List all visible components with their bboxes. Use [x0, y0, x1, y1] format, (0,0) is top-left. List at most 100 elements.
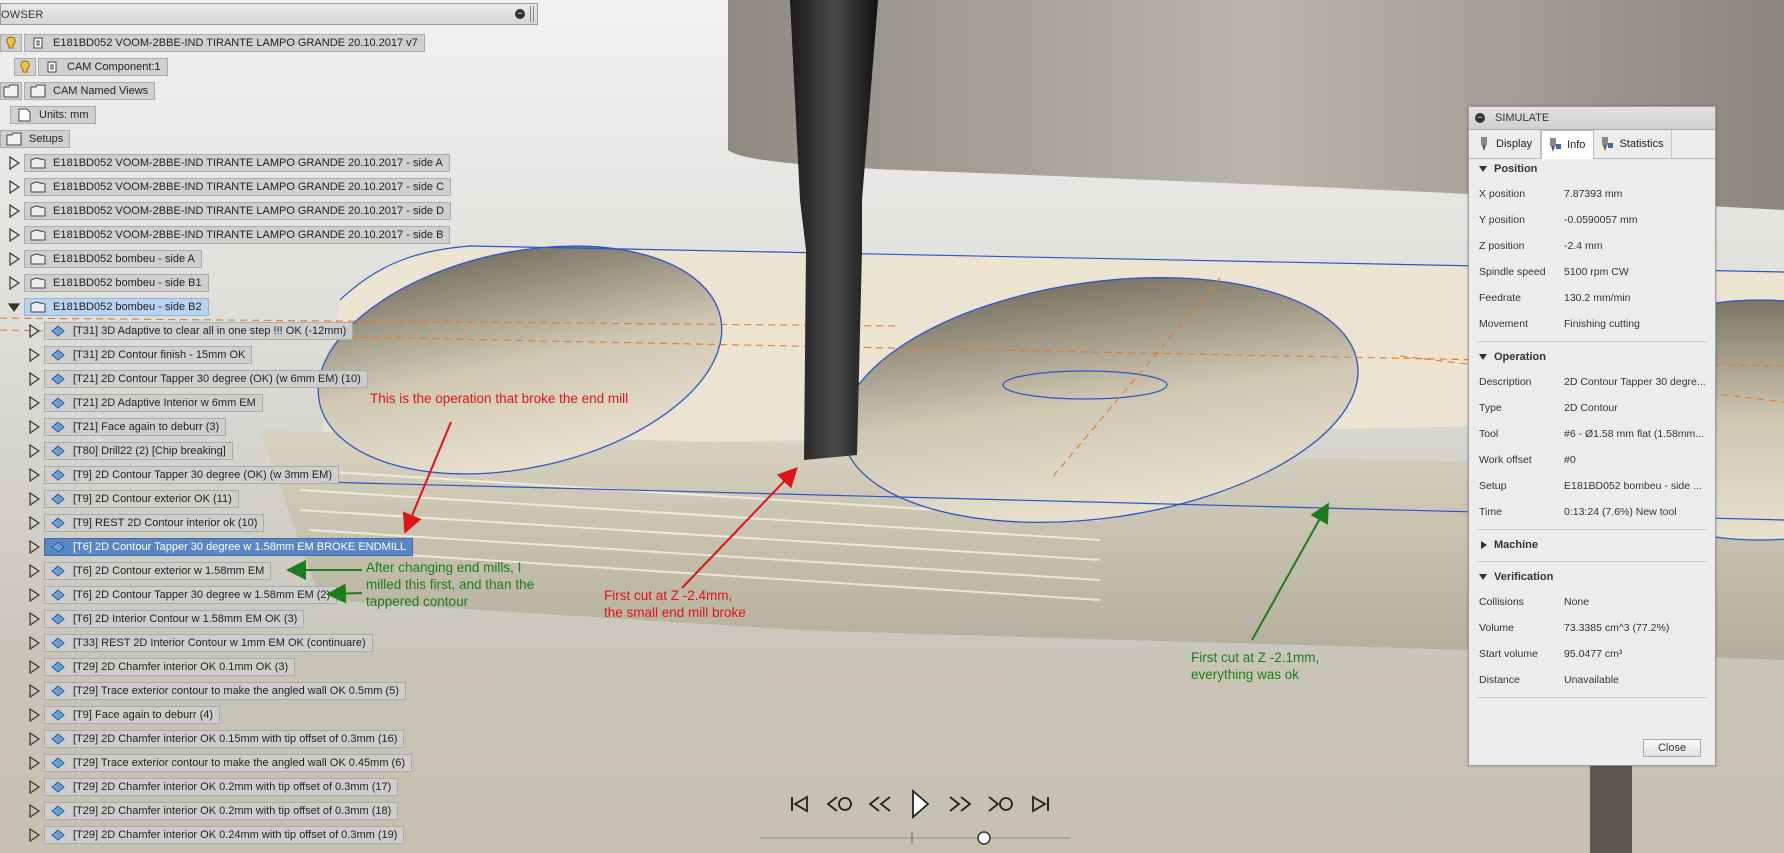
tree-toggle[interactable] [28, 660, 40, 674]
tree-item-operation[interactable]: [T29] 2D Chamfer interior OK 0.2mm with … [28, 777, 399, 797]
tree-toggle[interactable] [8, 252, 20, 266]
tab-display[interactable]: Display [1471, 130, 1542, 158]
tree-item-operation[interactable]: [T33] REST 2D Interior Contour w 1mm EM … [28, 633, 373, 653]
skip-to-start-button[interactable] [780, 789, 820, 819]
tree-node-chip[interactable]: [T29] 2D Chamfer interior OK 0.15mm with… [44, 730, 405, 748]
expand-arrow-icon[interactable] [8, 252, 20, 266]
tree-item-operation[interactable]: [T21] 2D Adaptive Interior w 6mm EM [28, 393, 263, 413]
tree-toggle[interactable] [28, 564, 40, 578]
expand-arrow-icon[interactable] [28, 588, 40, 602]
tree-toggle[interactable] [28, 804, 40, 818]
tree-node-chip[interactable]: [T29] 2D Chamfer interior OK 0.24mm with… [44, 826, 405, 844]
expand-arrow-icon[interactable] [28, 828, 40, 842]
section-machine[interactable]: Machine [1469, 535, 1715, 555]
visibility-toggle[interactable] [0, 34, 22, 52]
tree-node-chip[interactable]: Units: mm [10, 106, 96, 124]
tree-item-operation[interactable]: [T6] 2D Interior Contour w 1.58mm EM OK … [28, 609, 305, 629]
expand-arrow-icon[interactable] [28, 420, 40, 434]
expand-arrow-icon[interactable] [28, 708, 40, 722]
expand-arrow-icon[interactable] [28, 636, 40, 650]
expand-arrow-icon[interactable] [28, 684, 40, 698]
tree-item-operation[interactable]: [T9] Face again to deburr (4) [28, 705, 221, 725]
skip-to-end-button[interactable] [1020, 789, 1060, 819]
tree-node-chip[interactable]: [T33] REST 2D Interior Contour w 1mm EM … [44, 634, 373, 652]
tree-node-chip[interactable]: [T29] 2D Chamfer interior OK 0.2mm with … [44, 802, 399, 820]
minimize-browser-icon[interactable]: − [515, 9, 525, 19]
tree-toggle[interactable] [28, 540, 40, 554]
tree-item-cam-component[interactable]: CAM Component:1 [14, 57, 168, 77]
tree-item-setup[interactable]: E181BD052 VOOM-2BBE-IND TIRANTE LAMPO GR… [8, 153, 450, 173]
tree-node-chip[interactable]: [T21] 2D Contour Tapper 30 degree (OK) (… [44, 370, 368, 388]
expand-arrow-icon[interactable] [28, 612, 40, 626]
expand-arrow-icon[interactable] [28, 396, 40, 410]
tree-item-operation[interactable]: [T6] 2D Contour exterior w 1.58mm EM [28, 561, 272, 581]
minimize-simulate-icon[interactable]: − [1475, 113, 1485, 123]
tree-item-setup[interactable]: E181BD052 bombeu - side A [8, 249, 202, 269]
tree-node-chip[interactable]: [T6] 2D Contour exterior w 1.58mm EM [44, 562, 272, 580]
tree-item-operation[interactable]: [T31] 3D Adaptive to clear all in one st… [28, 321, 354, 341]
tree-item-setups[interactable]: Setups [0, 129, 71, 149]
tree-toggle[interactable] [8, 204, 20, 218]
tree-item-operation[interactable]: [T29] Trace exterior contour to make the… [28, 681, 406, 701]
section-operation[interactable]: Operation [1469, 347, 1715, 367]
expand-arrow-icon[interactable] [28, 516, 40, 530]
tree-node-chip[interactable]: E181BD052 VOOM-2BBE-IND TIRANTE LAMPO GR… [24, 154, 450, 172]
tree-toggle[interactable] [28, 828, 40, 842]
tree-node-chip[interactable]: Setups [0, 130, 71, 148]
collapse-arrow-icon[interactable] [8, 300, 20, 314]
tree-toggle[interactable] [28, 516, 40, 530]
tree-toggle[interactable] [28, 444, 40, 458]
tree-item-operation[interactable]: [T29] 2D Chamfer interior OK 0.1mm OK (3… [28, 657, 296, 677]
tree-node-chip[interactable]: [T9] 2D Contour Tapper 30 degree (OK) (w… [44, 466, 340, 484]
tree-item-operation[interactable]: [T9] 2D Contour exterior OK (11) [28, 489, 239, 509]
timeline-slider[interactable] [760, 826, 1080, 850]
expand-arrow-icon[interactable] [28, 564, 40, 578]
tree-item-operation[interactable]: [T21] Face again to deburr (3) [28, 417, 227, 437]
tree-item-setup[interactable]: E181BD052 VOOM-2BBE-IND TIRANTE LAMPO GR… [8, 201, 452, 221]
expand-arrow-icon[interactable] [28, 324, 40, 338]
tree-node-chip[interactable]: [T29] Trace exterior contour to make the… [44, 754, 412, 772]
visibility-toggle[interactable] [0, 82, 22, 100]
step-back-button[interactable] [860, 789, 900, 819]
expand-arrow-icon[interactable] [8, 276, 20, 290]
tree-item-operation[interactable]: [T29] Trace exterior contour to make the… [28, 753, 412, 773]
tab-info[interactable]: Info [1541, 130, 1595, 159]
tree-toggle[interactable] [28, 732, 40, 746]
tree-item-setup[interactable]: E181BD052 bombeu - side B2 [8, 297, 209, 317]
tree-item-operation[interactable]: [T31] 2D Contour finish - 15mm OK [28, 345, 253, 365]
tree-node-chip[interactable]: [T9] REST 2D Contour interior ok (10) [44, 514, 265, 532]
tree-node-chip[interactable]: [T21] 2D Adaptive Interior w 6mm EM [44, 394, 263, 412]
play-button[interactable] [900, 789, 940, 819]
tree-node-chip[interactable]: [T31] 2D Contour finish - 15mm OK [44, 346, 253, 364]
visibility-toggle[interactable] [14, 58, 36, 76]
tree-toggle[interactable] [8, 300, 20, 314]
close-button[interactable]: Close [1643, 739, 1701, 757]
step-forward-button[interactable] [940, 789, 980, 819]
tree-item-operation[interactable]: [T6] 2D Contour Tapper 30 degree w 1.58m… [28, 585, 338, 605]
expand-arrow-icon[interactable] [28, 492, 40, 506]
tree-toggle[interactable] [28, 780, 40, 794]
tree-toggle[interactable] [8, 228, 20, 242]
tree-node-chip[interactable]: [T29] Trace exterior contour to make the… [44, 682, 406, 700]
tree-node-chip[interactable]: [T6] 2D Contour Tapper 30 degree w 1.58m… [44, 586, 338, 604]
tree-node-chip[interactable]: [T29] 2D Chamfer interior OK 0.2mm with … [44, 778, 399, 796]
tree-toggle[interactable] [28, 324, 40, 338]
tree-item-units[interactable]: Units: mm [10, 105, 96, 125]
tree-node-chip[interactable]: E181BD052 VOOM-2BBE-IND TIRANTE LAMPO GR… [24, 34, 425, 52]
tree-node-chip[interactable]: E181BD052 bombeu - side B2 [24, 298, 209, 316]
expand-arrow-icon[interactable] [28, 660, 40, 674]
tree-item-operation[interactable]: [T29] 2D Chamfer interior OK 0.2mm with … [28, 801, 399, 821]
tree-node-chip[interactable]: E181BD052 bombeu - side A [24, 250, 202, 268]
tree-node-chip[interactable]: E181BD052 VOOM-2BBE-IND TIRANTE LAMPO GR… [24, 226, 451, 244]
tree-item-operation[interactable]: [T80] Drill22 (2) [Chip breaking] [28, 441, 233, 461]
tab-statistics[interactable]: Statistics [1594, 130, 1673, 158]
panel-grip-icon[interactable] [530, 6, 534, 22]
tree-toggle[interactable] [28, 420, 40, 434]
tree-item-operation[interactable]: [T29] 2D Chamfer interior OK 0.24mm with… [28, 825, 405, 845]
expand-arrow-icon[interactable] [8, 204, 20, 218]
tree-node-chip[interactable]: E181BD052 VOOM-2BBE-IND TIRANTE LAMPO GR… [24, 202, 452, 220]
expand-arrow-icon[interactable] [28, 732, 40, 746]
tree-node-chip[interactable]: [T9] Face again to deburr (4) [44, 706, 221, 724]
section-verification[interactable]: Verification [1469, 567, 1715, 587]
tree-node-chip[interactable]: CAM Component:1 [38, 58, 168, 76]
